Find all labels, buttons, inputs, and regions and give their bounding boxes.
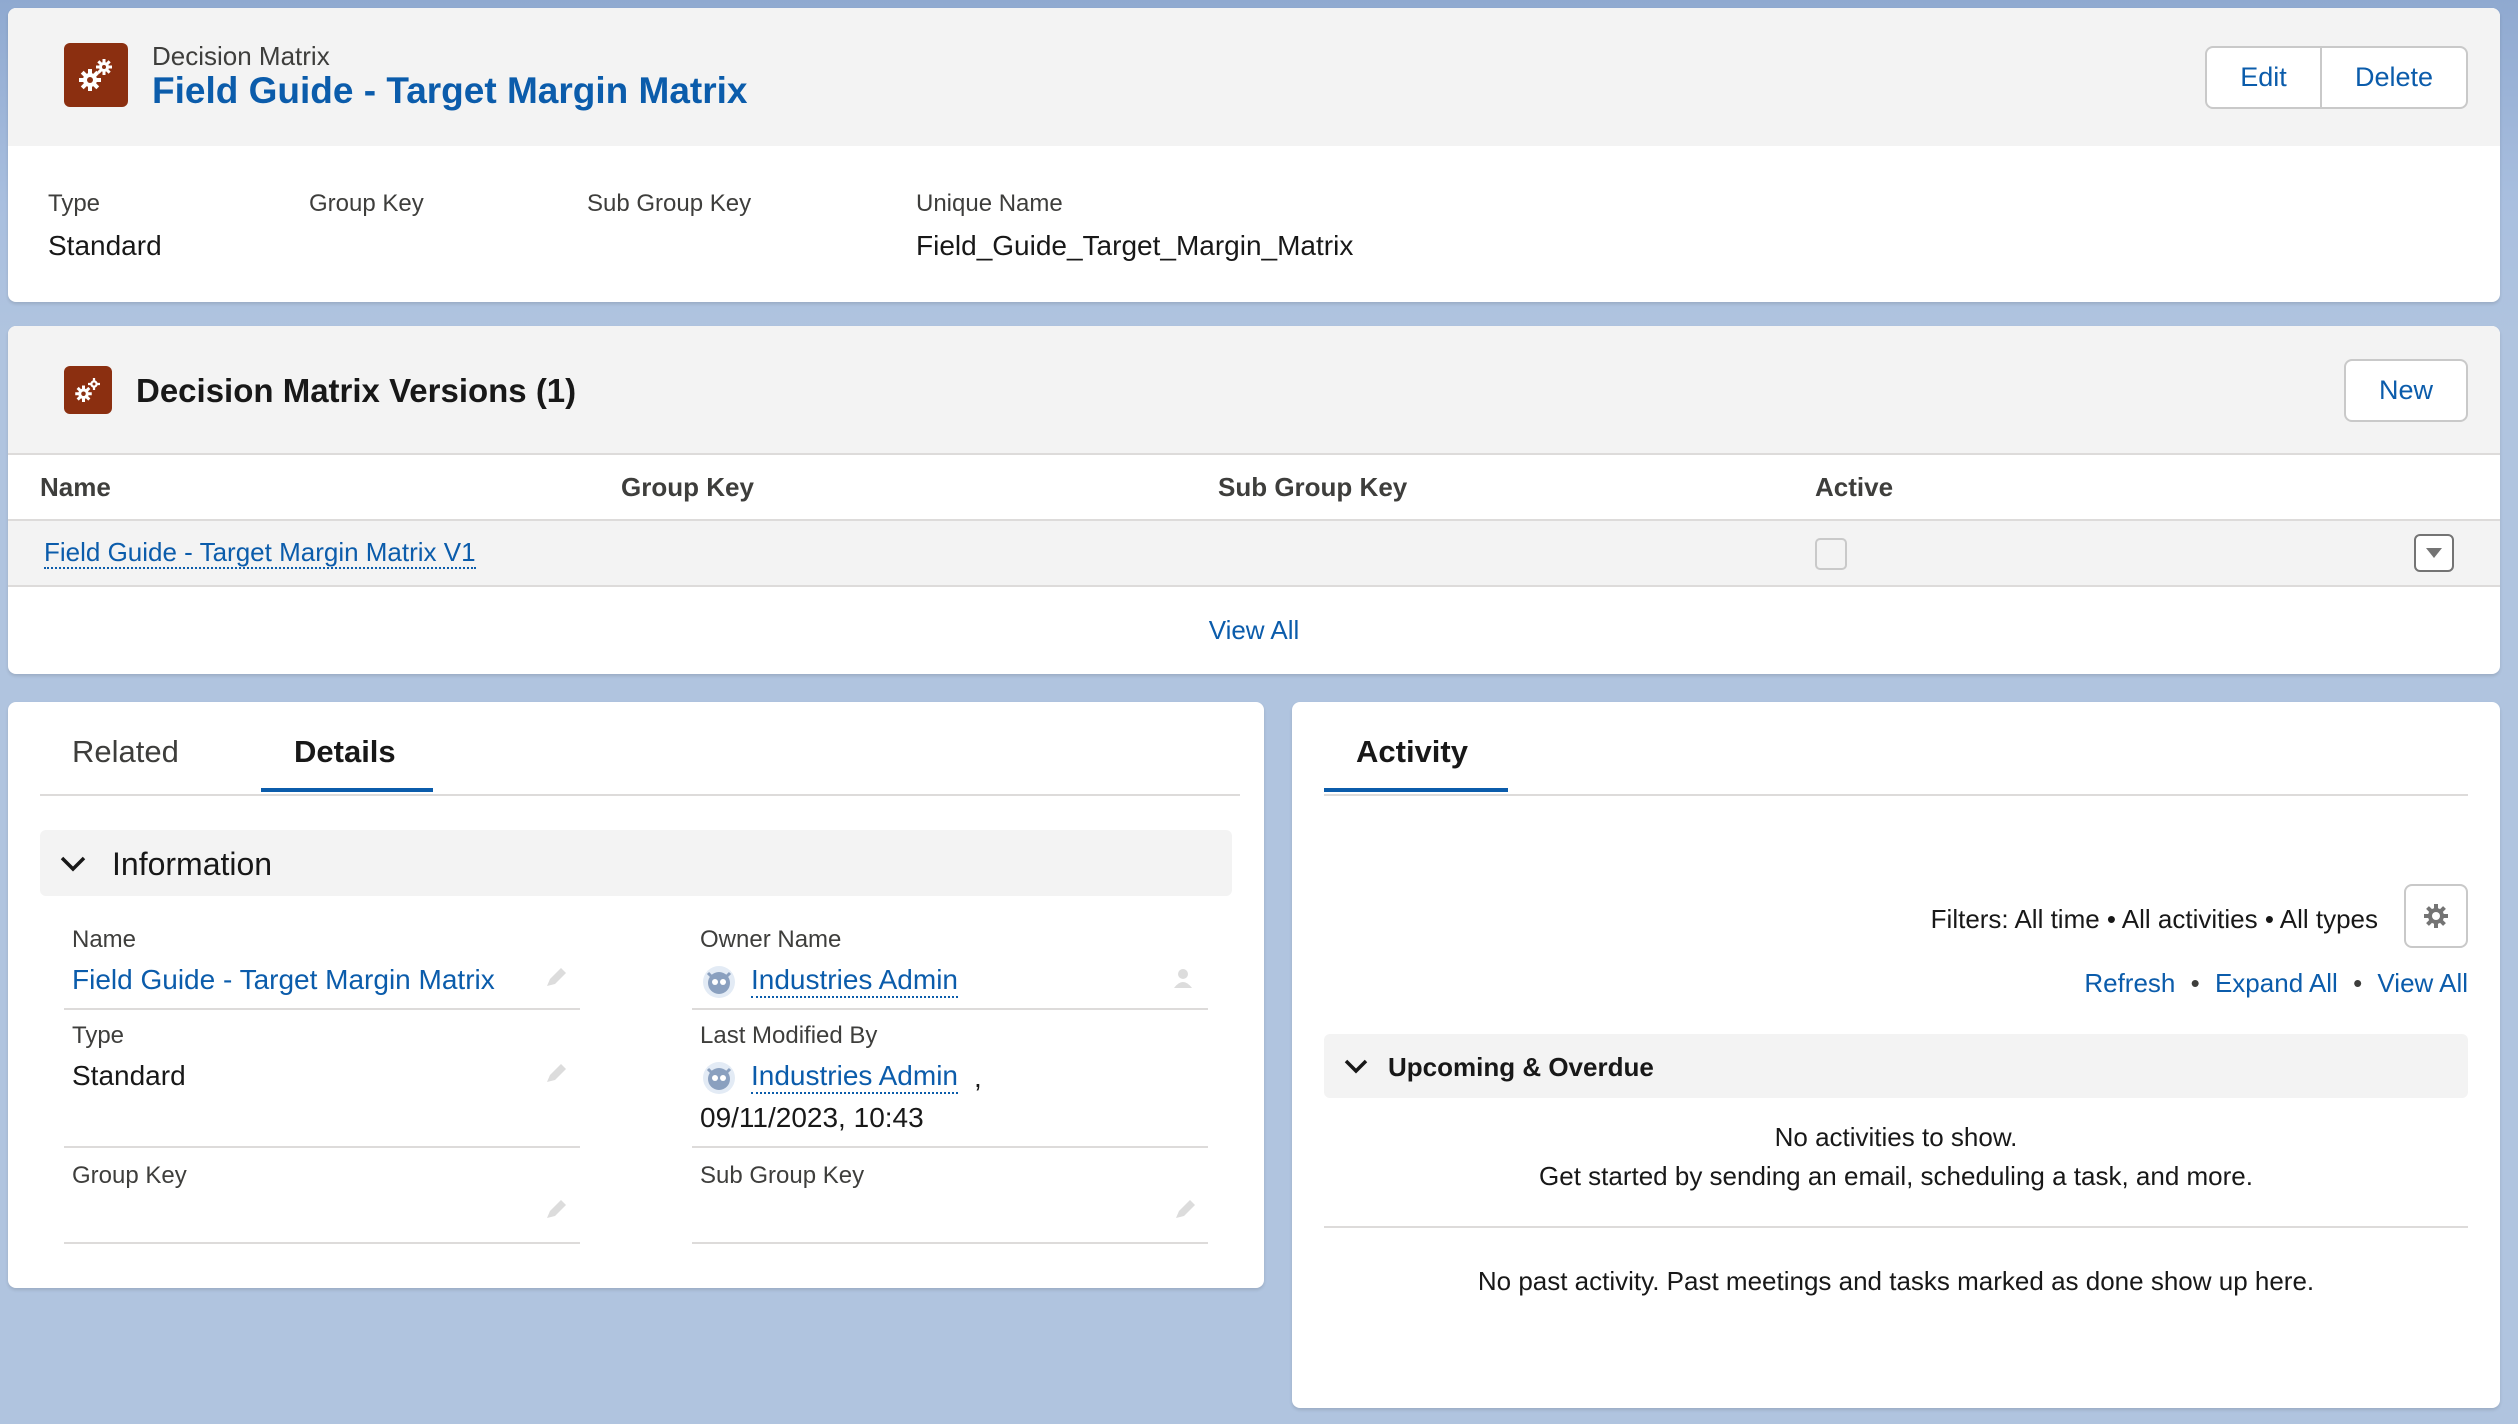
caret-down-icon <box>2426 548 2442 558</box>
upcoming-overdue-header[interactable]: Upcoming & Overdue <box>1324 1034 2468 1098</box>
field-modified-label: Last Modified By <box>700 1022 878 1049</box>
highlight-unique-name-label: Unique Name <box>916 190 1063 217</box>
get-started-text: Get started by sending an email, schedul… <box>1539 1161 2253 1191</box>
chevron-down-icon <box>1344 1059 1368 1074</box>
column-header-group-key[interactable]: Group Key <box>621 472 754 503</box>
information-section-title: Information <box>112 846 273 882</box>
pencil-icon[interactable] <box>542 964 570 992</box>
record-title: Field Guide - Target Margin Matrix <box>152 70 748 111</box>
table-row: Field Guide - Target Margin Matrix V1 <box>8 519 2500 587</box>
versions-view-all-link[interactable]: View All <box>8 615 2500 646</box>
field-owner-label: Owner Name <box>700 926 842 953</box>
information-section-header[interactable]: Information <box>40 830 1232 896</box>
field-type-label: Type <box>72 1022 125 1049</box>
field-name-label: Name <box>72 926 137 953</box>
tab-related[interactable]: Related <box>72 734 179 770</box>
field-modified-user[interactable]: Industries Admin <box>751 1060 958 1094</box>
expand-all-link[interactable]: Expand All <box>2215 968 2338 998</box>
edit-button[interactable]: Edit <box>2205 46 2322 109</box>
column-header-sub-group-key[interactable]: Sub Group Key <box>1218 472 1407 503</box>
version-name-link[interactable]: Field Guide - Target Margin Matrix V1 <box>44 537 476 569</box>
highlight-type-label: Type <box>48 190 101 217</box>
column-header-active[interactable]: Active <box>1815 472 1893 503</box>
change-owner-icon[interactable] <box>1171 964 1199 992</box>
user-avatar-icon <box>703 1062 735 1094</box>
field-group-key-label: Group Key <box>72 1162 187 1189</box>
highlight-sub-group-key-label: Sub Group Key <box>587 190 752 217</box>
pencil-icon[interactable] <box>1171 1196 1199 1224</box>
tabs-divider <box>40 794 1240 796</box>
active-checkbox[interactable] <box>1815 538 1847 570</box>
activity-card: Activity Filters: All time • All activit… <box>1292 702 2500 1408</box>
row-actions-menu[interactable] <box>2414 534 2454 572</box>
column-header-name[interactable]: Name <box>40 472 111 503</box>
activity-view-all-link[interactable]: View All <box>2377 968 2468 998</box>
no-past-activity-text: No past activity. Past meetings and task… <box>1477 1266 2315 1296</box>
tab-details-underline <box>261 788 433 792</box>
pencil-icon[interactable] <box>542 1060 570 1088</box>
chevron-down-icon <box>60 856 86 872</box>
details-card: Related Details Information Name Field G… <box>8 702 1264 1288</box>
field-divider <box>64 1146 580 1148</box>
tab-details[interactable]: Details <box>294 734 396 770</box>
record-header-card: Decision Matrix Field Guide - Target Mar… <box>8 8 2500 302</box>
gears-icon <box>64 43 128 107</box>
field-type-value: Standard <box>72 1060 186 1091</box>
versions-title[interactable]: Decision Matrix Versions (1) <box>136 372 576 410</box>
field-name-value[interactable]: Field Guide - Target Margin Matrix <box>72 964 495 996</box>
tabs-divider <box>1324 794 2468 796</box>
activity-settings-button[interactable] <box>2404 884 2468 948</box>
gears-icon <box>64 366 112 414</box>
gear-icon <box>2424 904 2448 928</box>
new-button[interactable]: New <box>2344 359 2468 422</box>
highlight-type-value: Standard <box>48 230 162 261</box>
no-activities-text: No activities to show. <box>1774 1122 2018 1152</box>
field-divider <box>64 1008 580 1010</box>
activity-links: Refresh • Expand All • View All <box>2084 968 2468 999</box>
field-divider <box>64 1242 580 1244</box>
field-modified-date: 09/11/2023, 10:43 <box>700 1102 924 1133</box>
highlight-group-key-label: Group Key <box>309 190 424 217</box>
field-divider <box>692 1146 1208 1148</box>
activity-divider <box>1324 1226 2468 1228</box>
user-avatar-icon <box>703 966 735 998</box>
highlight-unique-name-value: Field_Guide_Target_Margin_Matrix <box>916 230 1354 261</box>
field-modified-separator: , <box>974 1062 982 1093</box>
tab-activity[interactable]: Activity <box>1356 734 1468 770</box>
pencil-icon[interactable] <box>542 1196 570 1224</box>
refresh-link[interactable]: Refresh <box>2084 968 2175 998</box>
upcoming-overdue-title: Upcoming & Overdue <box>1388 1052 1654 1082</box>
object-type-label: Decision Matrix <box>152 41 330 71</box>
link-separator: • <box>2353 968 2363 998</box>
tab-activity-underline <box>1324 788 1508 792</box>
field-divider <box>692 1242 1208 1244</box>
field-owner-value[interactable]: Industries Admin <box>751 964 958 998</box>
activity-filters-text: Filters: All time • All activities • All… <box>1930 904 2378 934</box>
field-divider <box>692 1008 1208 1010</box>
delete-button[interactable]: Delete <box>2320 46 2468 109</box>
versions-related-list: Decision Matrix Versions (1) New Name Gr… <box>8 326 2500 674</box>
link-separator: • <box>2190 968 2200 998</box>
field-sub-group-key-label: Sub Group Key <box>700 1162 865 1189</box>
